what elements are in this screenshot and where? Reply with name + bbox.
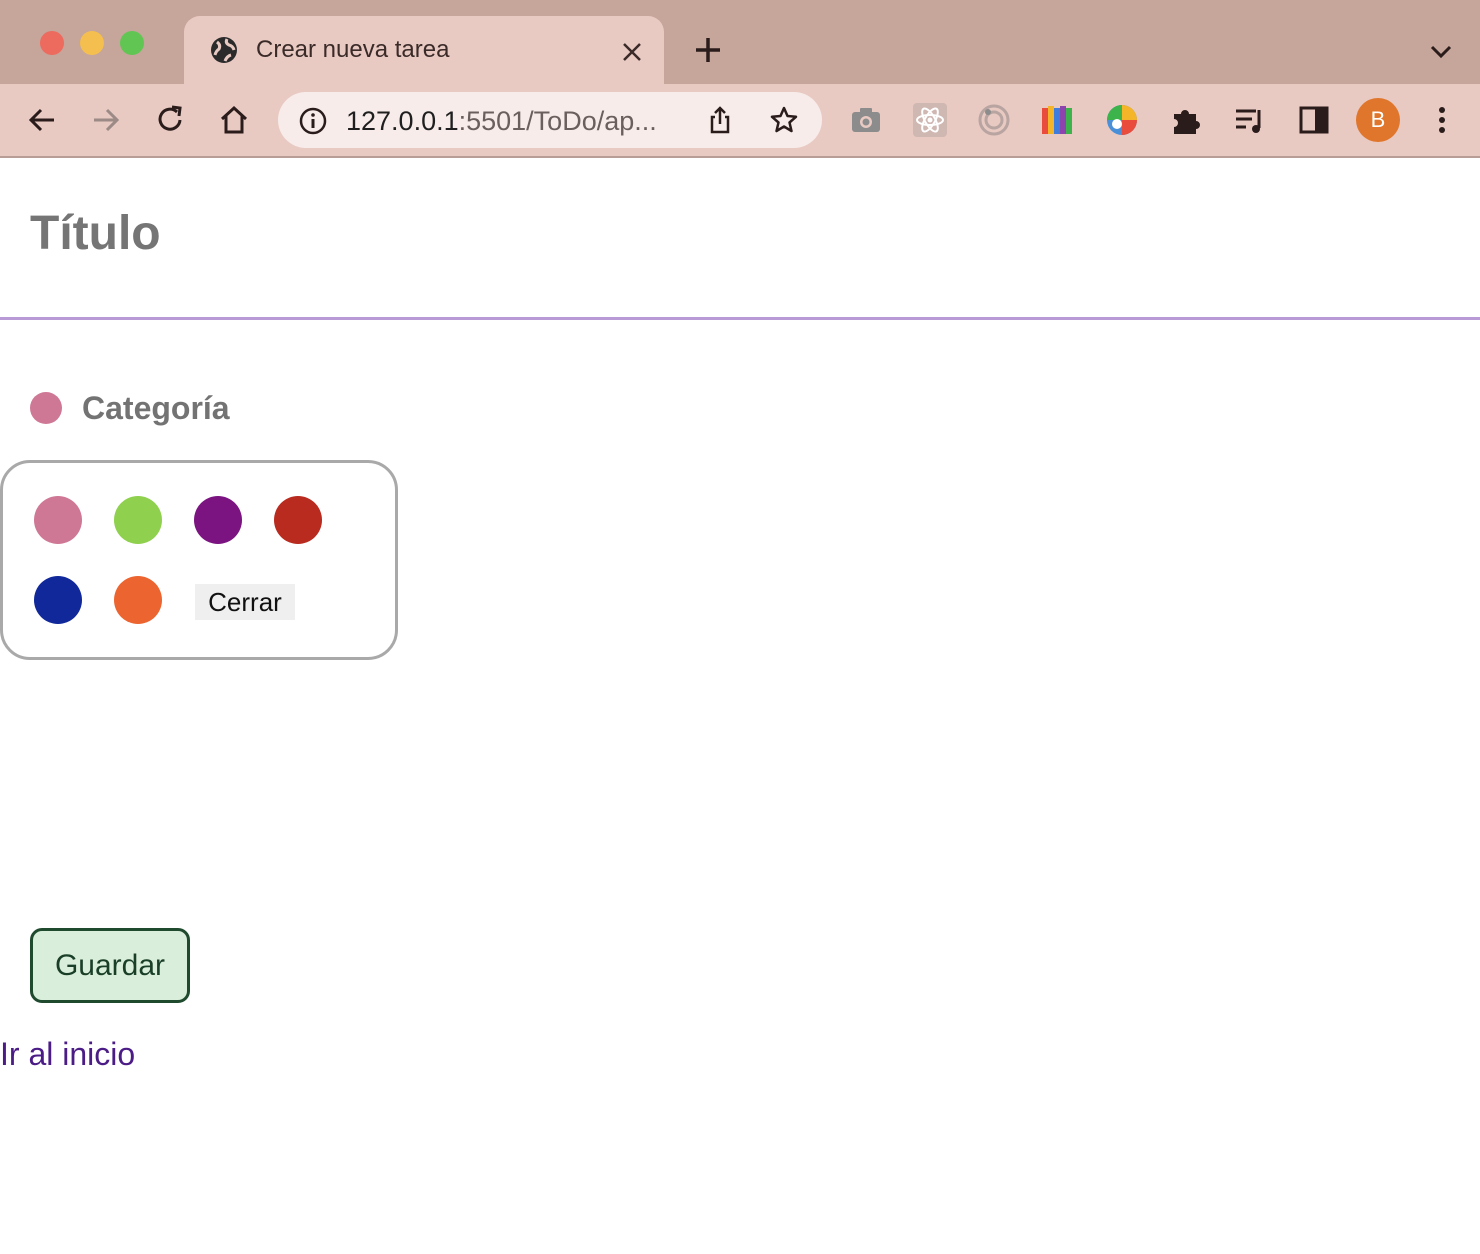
window-close-button[interactable] (40, 31, 64, 55)
more-menu-icon[interactable] (1424, 102, 1460, 138)
task-title-placeholder: Título (30, 207, 161, 260)
puzzle-extensions-icon[interactable] (1168, 102, 1204, 138)
react-devtools-icon[interactable] (912, 102, 948, 138)
share-icon[interactable] (704, 104, 736, 136)
back-arrow-icon[interactable] (24, 102, 60, 138)
color-swatch-red[interactable] (274, 496, 322, 544)
save-button[interactable]: Guardar (30, 928, 190, 1003)
color-picker-popup: Cerrar (0, 460, 398, 660)
color-swatch-orange[interactable] (114, 576, 162, 624)
task-title-input[interactable]: Título (0, 158, 1480, 320)
bookmark-star-icon[interactable] (768, 104, 800, 136)
forward-arrow-icon[interactable] (88, 102, 124, 138)
info-icon[interactable] (298, 106, 328, 136)
browser-toolbar: 127.0.0.1:5501/ToDo/ap... B (0, 84, 1480, 158)
new-tab-icon[interactable] (690, 32, 726, 68)
home-icon[interactable] (216, 102, 252, 138)
color-swatch-pink[interactable] (34, 496, 82, 544)
color-swatch-purple[interactable] (194, 496, 242, 544)
color-swatch-blue[interactable] (34, 576, 82, 624)
go-home-link[interactable]: Ir al inicio (0, 1036, 135, 1073)
globe-icon (211, 37, 237, 63)
camera-extension-icon[interactable] (848, 102, 884, 138)
spiral-extension-icon[interactable] (976, 102, 1012, 138)
url-path: :5501/ToDo/ap... (458, 106, 657, 136)
url-text[interactable]: 127.0.0.1:5501/ToDo/ap... (346, 106, 686, 137)
address-bar[interactable]: 127.0.0.1:5501/ToDo/ap... (278, 92, 822, 148)
window-maximize-button[interactable] (120, 31, 144, 55)
side-panel-icon[interactable] (1296, 102, 1332, 138)
category-label: Categoría (82, 390, 230, 426)
tab-title: Crear nueva tarea (256, 36, 450, 63)
reload-icon[interactable] (152, 102, 188, 138)
chevron-down-icon[interactable] (1426, 36, 1456, 66)
browser-tab-strip: Crear nueva tarea (0, 0, 1480, 84)
close-picker-button[interactable]: Cerrar (195, 584, 295, 620)
close-tab-icon[interactable] (618, 38, 646, 66)
reading-list-icon[interactable] (1232, 102, 1268, 138)
browser-tab[interactable]: Crear nueva tarea (184, 16, 664, 84)
profile-avatar[interactable]: B (1356, 98, 1400, 142)
selected-category-dot[interactable] (30, 392, 62, 424)
color-swatch-green[interactable] (114, 496, 162, 544)
color-pencils-extension-icon[interactable] (1040, 102, 1076, 138)
window-minimize-button[interactable] (80, 31, 104, 55)
url-host: 127.0.0.1 (346, 106, 459, 136)
color-picker-extension-icon[interactable] (1104, 102, 1140, 138)
